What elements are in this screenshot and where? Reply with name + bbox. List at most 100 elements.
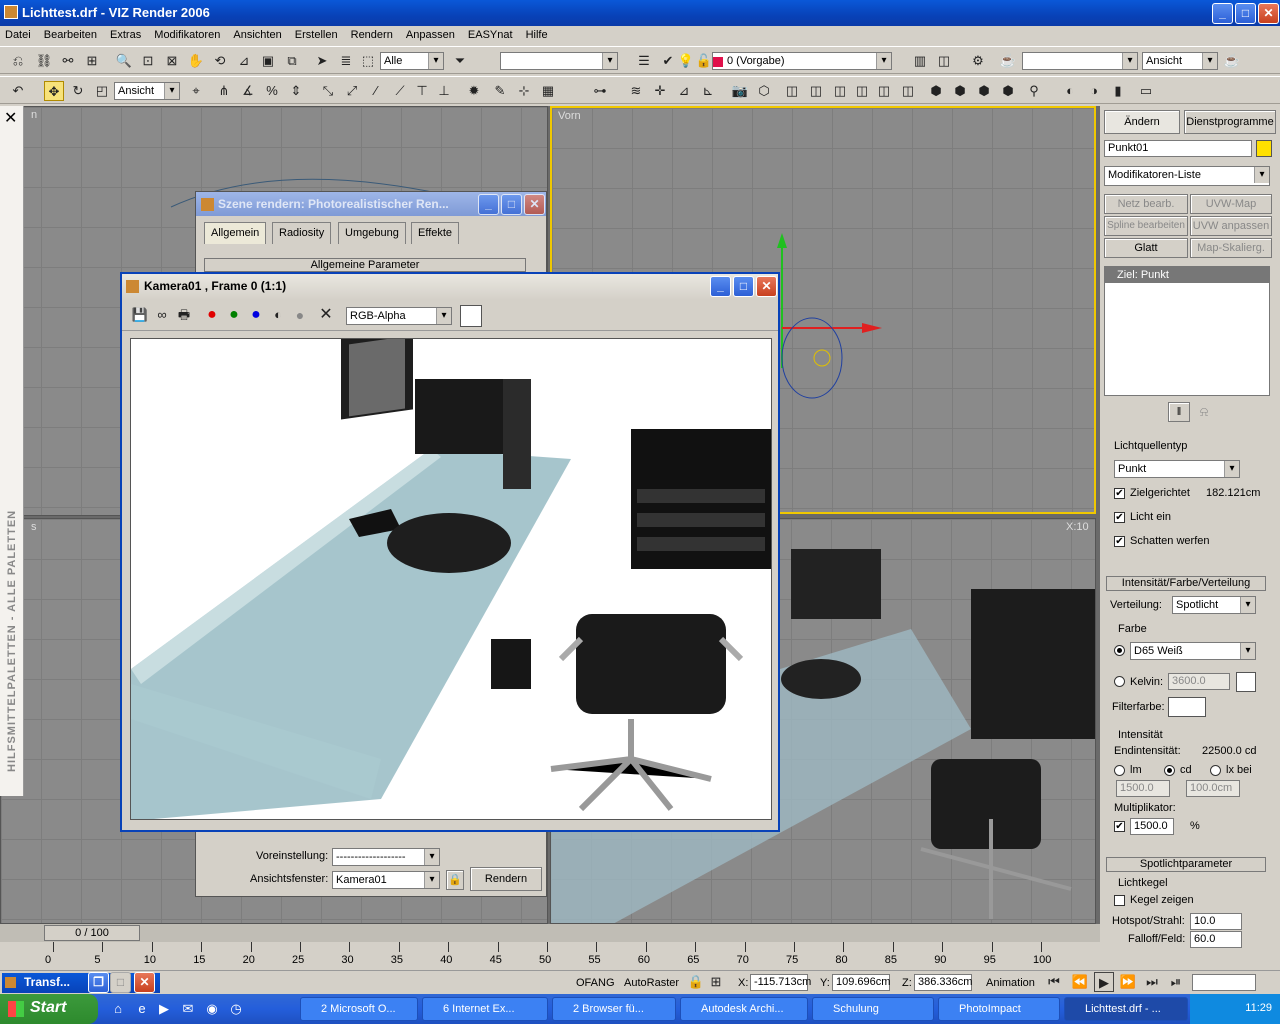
time-slider-thumb[interactable]: 0 / 100 bbox=[44, 925, 140, 941]
mirror-icon[interactable]: ⊤ bbox=[412, 81, 432, 101]
tab-aendern[interactable]: Ändern bbox=[1104, 110, 1180, 134]
frame-maximize-button[interactable]: □ bbox=[733, 276, 754, 297]
section-header[interactable]: Allgemeine Parameter bbox=[204, 258, 526, 272]
named-selection-dropdown[interactable] bbox=[500, 52, 618, 70]
kelvin-field[interactable]: 3600.0 bbox=[1168, 673, 1230, 690]
constraint-z-icon[interactable]: ⟋ bbox=[390, 81, 410, 101]
blue-channel-icon[interactable]: ● bbox=[246, 305, 266, 325]
menu-easynat[interactable]: EASYnat bbox=[463, 26, 518, 44]
lm-field[interactable]: 1500.0 bbox=[1116, 780, 1170, 797]
bind-icon[interactable]: ⊞ bbox=[82, 51, 102, 71]
clear-icon[interactable]: ✕ bbox=[316, 305, 336, 325]
mono-icon[interactable]: ● bbox=[290, 305, 310, 325]
monitor-icon[interactable]: ▭ bbox=[1136, 81, 1156, 101]
light-on-checkbox[interactable]: ✔ bbox=[1114, 512, 1125, 523]
menu-modifikatoren[interactable]: Modifikatoren bbox=[149, 26, 225, 44]
box-b-icon[interactable]: ◫ bbox=[806, 81, 826, 101]
remove-modifier-icon[interactable]: ⍾ bbox=[1194, 402, 1214, 422]
x-coordinate-field[interactable]: -115.713cm bbox=[750, 974, 811, 991]
box-c-icon[interactable]: ◫ bbox=[830, 81, 850, 101]
save-icon[interactable]: 💾 bbox=[130, 305, 150, 325]
multiplier-field[interactable]: 1500.0 bbox=[1130, 818, 1174, 835]
shade-c-icon[interactable]: ▮ bbox=[1108, 81, 1128, 101]
animation-button[interactable]: Animation bbox=[986, 977, 1035, 989]
render-setup-icon[interactable]: ⚙ bbox=[968, 51, 988, 71]
region-zoom-icon[interactable]: ▣ bbox=[258, 51, 278, 71]
minimize-button[interactable]: _ bbox=[1212, 3, 1233, 24]
maximize-viewport-icon[interactable]: ⧉ bbox=[282, 51, 302, 71]
falloff-field[interactable]: 60.0 bbox=[1190, 931, 1242, 948]
mod-btn-netz[interactable]: Netz bearb. bbox=[1104, 194, 1188, 214]
modifier-stack[interactable]: Ziel: Punkt bbox=[1104, 266, 1270, 396]
orbit-icon[interactable]: ⟲ bbox=[210, 51, 230, 71]
grid-icon[interactable]: ▦ bbox=[538, 81, 558, 101]
quicklaunch-mail-icon[interactable]: ✉ bbox=[178, 999, 198, 1019]
go-end-icon[interactable]: ⏭ bbox=[1142, 972, 1162, 992]
task-outlook[interactable]: 2 Microsoft O... bbox=[300, 997, 418, 1021]
menu-hilfe[interactable]: Hilfe bbox=[521, 26, 553, 44]
y-coordinate-field[interactable]: 109.696cm bbox=[832, 974, 890, 991]
color-preset-dropdown[interactable]: D65 Weiß bbox=[1130, 642, 1256, 660]
pivot-icon[interactable]: ⌖ bbox=[186, 81, 206, 101]
coord-system-dropdown[interactable]: Ansicht bbox=[114, 82, 180, 100]
render-dialog-minimize[interactable]: _ bbox=[478, 194, 499, 215]
move-icon[interactable]: ✥ bbox=[44, 81, 64, 101]
link-icon[interactable]: ⛓ bbox=[34, 51, 54, 71]
funnel-icon[interactable]: ⏷ bbox=[450, 51, 470, 71]
cube-a-icon[interactable]: ⬢ bbox=[926, 81, 946, 101]
box-icon[interactable]: ⬡ bbox=[754, 81, 774, 101]
mini-close-button[interactable]: ✕ bbox=[134, 972, 155, 993]
material-icon[interactable]: ◫ bbox=[934, 51, 954, 71]
fov-icon[interactable]: ⊿ bbox=[234, 51, 254, 71]
task-schulung[interactable]: Schulung bbox=[812, 997, 934, 1021]
object-name-field[interactable]: Punkt01 bbox=[1104, 140, 1252, 157]
channel-dropdown[interactable]: RGB-Alpha bbox=[346, 307, 452, 325]
shade-b-icon[interactable]: ◑ bbox=[1084, 81, 1104, 101]
constraint-y-icon[interactable]: ⤢ bbox=[342, 81, 362, 101]
shade-a-icon[interactable]: ◐ bbox=[1060, 81, 1080, 101]
modifier-list-dropdown[interactable]: Modifikatoren-Liste bbox=[1104, 166, 1270, 186]
autogrid-toggle[interactable]: AutoRaster bbox=[624, 977, 679, 989]
zoom-icon[interactable]: 🔍 bbox=[114, 51, 134, 71]
current-frame-field[interactable] bbox=[1192, 974, 1256, 991]
render-dialog-maximize[interactable]: □ bbox=[501, 194, 522, 215]
mod-btn-uvwmap[interactable]: UVW-Map bbox=[1190, 194, 1272, 214]
unit-lx-radio[interactable] bbox=[1210, 765, 1221, 776]
task-autodesk[interactable]: Autodesk Archi... bbox=[680, 997, 808, 1021]
render-dialog-close[interactable]: ✕ bbox=[524, 194, 545, 215]
clone-icon[interactable]: ∞ bbox=[152, 305, 172, 325]
mod-btn-mapskalierung[interactable]: Map-Skalierg. bbox=[1190, 238, 1272, 258]
wand-icon[interactable]: ⚲ bbox=[1024, 81, 1044, 101]
constraint-x-icon[interactable]: ⤡ bbox=[318, 81, 338, 101]
pan-icon[interactable]: ✋ bbox=[186, 51, 206, 71]
tab-umgebung[interactable]: Umgebung bbox=[338, 222, 406, 244]
key-mode-icon[interactable]: ⏯ bbox=[1166, 972, 1186, 992]
stack-item[interactable]: Ziel: Punkt bbox=[1105, 267, 1269, 283]
view-dropdown[interactable]: Ansicht bbox=[1142, 52, 1218, 70]
undo-arrow-icon[interactable]: ↶ bbox=[8, 81, 28, 101]
show-cone-checkbox[interactable] bbox=[1114, 895, 1125, 906]
color-swatch[interactable] bbox=[460, 305, 482, 327]
align-icon[interactable]: ⊥ bbox=[434, 81, 454, 101]
shadows-checkbox[interactable]: ✔ bbox=[1114, 536, 1125, 547]
viewport-select-dropdown[interactable]: Kamera01 bbox=[332, 871, 440, 889]
quicklaunch-explorer-icon[interactable]: ⌂ bbox=[108, 999, 128, 1019]
lock-viewport-icon[interactable]: 🔒 bbox=[446, 870, 464, 890]
cube-b-icon[interactable]: ⬢ bbox=[950, 81, 970, 101]
spinner-snap-icon[interactable]: ⇕ bbox=[286, 81, 306, 101]
render-teapot-icon[interactable]: ☕ bbox=[998, 51, 1018, 71]
lx-distance-field[interactable]: 100.0cm bbox=[1186, 780, 1240, 797]
mod-btn-uvwanpassen[interactable]: UVW anpassen bbox=[1190, 216, 1272, 236]
color-preset-radio[interactable] bbox=[1114, 645, 1125, 656]
spotlight-rollout[interactable]: Spotlichtparameter bbox=[1106, 857, 1266, 872]
rotate-icon[interactable]: ↻ bbox=[68, 81, 88, 101]
quicklaunch-media-icon[interactable]: ▶ bbox=[154, 999, 174, 1019]
region-select-icon[interactable]: ⬚ bbox=[358, 51, 378, 71]
alpha-channel-icon[interactable]: ◐ bbox=[268, 305, 288, 325]
tool-palette-strip[interactable]: ✕ HILFSMITTELPALETTEN - ALLE PALETTEN bbox=[0, 106, 24, 796]
menu-datei[interactable]: Datei bbox=[0, 26, 36, 44]
mini-maximize-button[interactable]: □ bbox=[110, 972, 131, 993]
select-icon[interactable]: ➤ bbox=[312, 51, 332, 71]
frame-close-button[interactable]: ✕ bbox=[756, 276, 777, 297]
kelvin-color-swatch[interactable] bbox=[1236, 672, 1256, 692]
